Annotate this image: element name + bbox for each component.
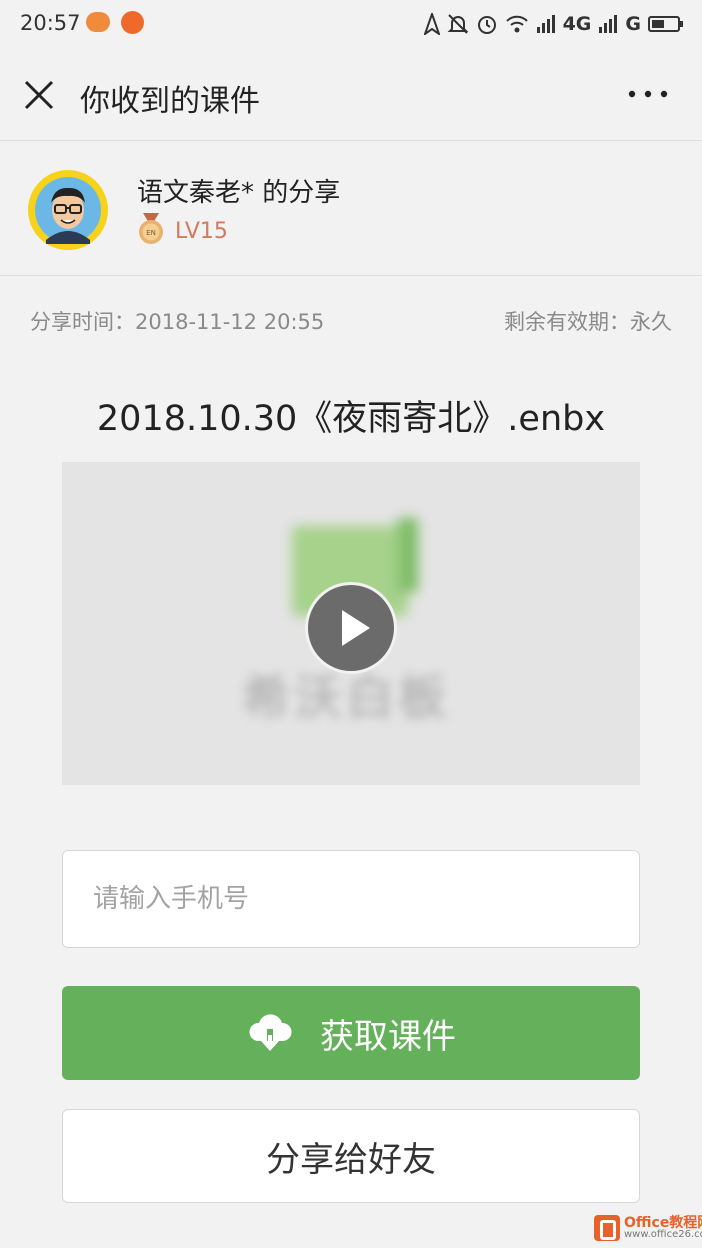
get-courseware-button[interactable]: 获取课件 [62, 986, 640, 1080]
level-badge: LV15 [175, 219, 228, 244]
signal-icon-2 [599, 15, 618, 33]
avatar-image [35, 177, 101, 244]
author-section: 语文秦老* 的分享 EN LV15 [0, 141, 702, 276]
status-icons: 4G G [423, 10, 684, 38]
chat-notification-icon [86, 12, 110, 32]
share-label: 分享给好友 [266, 1139, 436, 1180]
cloud-download-icon [249, 1014, 292, 1051]
get-courseware-label: 获取课件 [320, 1016, 456, 1057]
svg-text:EN: EN [146, 229, 156, 237]
courseware-preview[interactable]: 希沃白板 [62, 462, 640, 785]
play-button[interactable] [305, 582, 397, 674]
avatar[interactable] [28, 170, 108, 250]
wifi-icon [505, 15, 528, 33]
status-time: 20:57 [20, 11, 81, 35]
preview-logo-side [398, 518, 418, 592]
status-bar: 20:57 4G G [0, 0, 702, 50]
more-icon[interactable] [628, 86, 668, 102]
share-to-friend-button[interactable]: 分享给好友 [62, 1109, 640, 1203]
validity-period: 剩余有效期：永久 [504, 310, 672, 334]
mute-bell-icon [447, 14, 468, 34]
phone-input[interactable] [62, 850, 640, 948]
page-title: 你收到的课件 [80, 84, 260, 119]
author-name: 语文秦老* 的分享 [137, 178, 341, 208]
watermark: Office教程网 www.office26.com [594, 1213, 702, 1243]
office-logo-icon [594, 1215, 620, 1241]
app-notification-icon [121, 11, 144, 34]
watermark-sub: www.office26.com [624, 1229, 702, 1240]
medal-icon: EN [139, 213, 163, 244]
watermark-main: Office教程网 [624, 1215, 702, 1231]
network-g-label: G [625, 13, 641, 35]
top-bar: 你收到的课件 [0, 50, 702, 141]
play-icon [342, 610, 370, 646]
battery-icon [648, 16, 683, 32]
navigation-icon [423, 13, 440, 35]
alarm-icon [477, 16, 496, 34]
close-icon[interactable] [22, 78, 56, 112]
network-4g-label: 4G [562, 13, 592, 35]
file-title: 2018.10.30《夜雨寄北》.enbx [96, 399, 606, 439]
signal-icon [536, 15, 555, 33]
share-time: 分享时间：2018-11-12 20:55 [30, 310, 325, 334]
